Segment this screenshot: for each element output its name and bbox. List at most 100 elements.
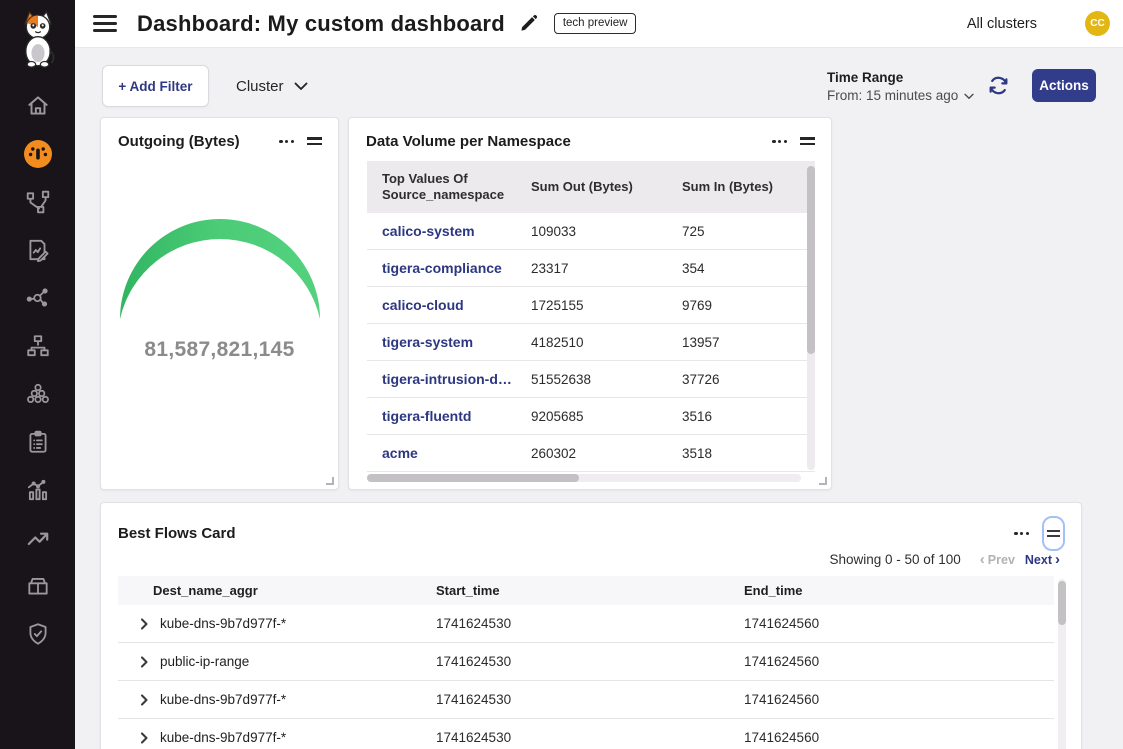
- column-header: Dest_name_aggr: [118, 583, 436, 598]
- security-shield-icon: [25, 621, 51, 647]
- namespace-link[interactable]: calico-system: [367, 223, 516, 239]
- chevron-down-icon: [964, 88, 974, 103]
- sidebar-item-home[interactable]: [24, 92, 52, 120]
- namespace-link[interactable]: tigera-intrusion-d…: [367, 371, 516, 387]
- sidebar-item-security[interactable]: [24, 620, 52, 648]
- namespace-link[interactable]: tigera-system: [367, 334, 516, 350]
- sidebar-item-compliance-reports[interactable]: [24, 428, 52, 456]
- sidebar-item-threat-graph[interactable]: [24, 284, 52, 312]
- column-header: Sum In (Bytes): [667, 171, 815, 203]
- card-drag-handle-icon[interactable]: [800, 131, 815, 152]
- sum-out-cell: 1725155: [516, 298, 667, 313]
- dest-name-cell: kube-dns-9b7d977f-*: [118, 730, 436, 745]
- calico-cat-logo[interactable]: [15, 8, 61, 70]
- vertical-scrollbar[interactable]: [1058, 579, 1066, 749]
- sidebar-item-trends[interactable]: [24, 524, 52, 552]
- data-volume-table: Top Values Of Source_namespace Sum Out (…: [367, 161, 815, 472]
- sidebar-item-workloads[interactable]: [24, 572, 52, 600]
- card-menu-icon[interactable]: [772, 136, 787, 147]
- sum-in-cell: 9769: [667, 298, 815, 313]
- gauge-chart: [101, 218, 338, 322]
- sidebar-item-clusters[interactable]: [24, 380, 52, 408]
- vertical-scrollbar[interactable]: [807, 164, 815, 470]
- chevron-down-icon: [294, 78, 308, 95]
- network-topology-icon: [25, 333, 51, 359]
- cluster-scope-selector[interactable]: All clusters: [967, 16, 1037, 32]
- column-header: Start_time: [436, 583, 744, 598]
- edit-pencil-icon[interactable]: [519, 14, 538, 33]
- prev-page-button[interactable]: ‹ Prev: [977, 551, 1015, 568]
- chevron-left-icon: ‹: [977, 551, 988, 568]
- card-resize-handle[interactable]: [819, 477, 827, 485]
- horizontal-scrollbar[interactable]: [367, 474, 801, 482]
- end-time-cell: 1741624560: [744, 730, 1054, 745]
- sum-in-cell: 13957: [667, 335, 815, 350]
- actions-button[interactable]: Actions: [1032, 69, 1096, 102]
- data-volume-card: Data Volume per Namespace Top Values Of …: [348, 117, 832, 490]
- sum-out-cell: 23317: [516, 261, 667, 276]
- namespace-row: tigera-fluentd92056853516: [367, 398, 815, 435]
- expand-chevron-icon[interactable]: [138, 732, 150, 744]
- page-title: Dashboard: My custom dashboard: [137, 11, 505, 37]
- namespace-link[interactable]: tigera-fluentd: [367, 408, 516, 424]
- top-bar: Dashboard: My custom dashboard tech prev…: [75, 0, 1123, 48]
- data-volume-table-body: calico-system109033725tigera-compliance2…: [367, 213, 815, 472]
- start-time-cell: 1741624530: [436, 616, 744, 631]
- namespace-row: acme2603023518: [367, 435, 815, 472]
- dest-name-cell: kube-dns-9b7d977f-*: [118, 692, 436, 707]
- card-drag-handle-icon-focused[interactable]: [1042, 516, 1065, 551]
- card-title: Data Volume per Namespace: [366, 133, 571, 150]
- best-flows-table: Dest_name_aggr Start_time End_time kube-…: [118, 576, 1054, 749]
- trends-icon: [25, 525, 51, 551]
- sidebar-item-statistics[interactable]: [24, 476, 52, 504]
- namespace-row: tigera-compliance23317354: [367, 250, 815, 287]
- user-avatar[interactable]: CC: [1085, 11, 1110, 36]
- sidebar-item-network-topology[interactable]: [24, 332, 52, 360]
- namespace-link[interactable]: calico-cloud: [367, 297, 516, 313]
- namespace-row: tigera-intrusion-d…5155263837726: [367, 361, 815, 398]
- expand-chevron-icon[interactable]: [138, 656, 150, 668]
- card-menu-icon[interactable]: [1014, 528, 1029, 539]
- chevron-right-icon: ›: [1052, 551, 1063, 568]
- end-time-cell: 1741624560: [744, 692, 1054, 707]
- workloads-icon: [25, 573, 51, 599]
- add-filter-button[interactable]: + Add Filter: [102, 65, 209, 107]
- time-range-selector[interactable]: From: 15 minutes ago: [827, 88, 974, 103]
- next-label: Next: [1025, 553, 1052, 567]
- namespace-row: calico-system109033725: [367, 213, 815, 250]
- card-drag-handle-icon[interactable]: [307, 131, 322, 152]
- card-menu-icon[interactable]: [279, 136, 294, 147]
- time-range-label: Time Range: [827, 70, 974, 85]
- cluster-dropdown-label: Cluster: [236, 78, 284, 95]
- expand-chevron-icon[interactable]: [138, 618, 150, 630]
- compliance-reports-icon: [25, 429, 51, 455]
- end-time-cell: 1741624560: [744, 616, 1054, 631]
- expand-chevron-icon[interactable]: [138, 694, 150, 706]
- prev-label: Prev: [988, 553, 1015, 567]
- sum-in-cell: 3516: [667, 409, 815, 424]
- namespace-link[interactable]: tigera-compliance: [367, 260, 516, 276]
- dest-name-text: kube-dns-9b7d977f-*: [160, 730, 286, 745]
- column-header: Sum Out (Bytes): [516, 171, 667, 203]
- namespace-link[interactable]: acme: [367, 445, 516, 461]
- menu-hamburger-icon[interactable]: [93, 10, 117, 36]
- start-time-cell: 1741624530: [436, 730, 744, 745]
- cluster-dropdown[interactable]: Cluster: [236, 75, 308, 97]
- sidebar-item-flow-logs[interactable]: [24, 236, 52, 264]
- next-page-button[interactable]: Next ›: [1025, 551, 1063, 568]
- sum-out-cell: 260302: [516, 446, 667, 461]
- flow-logs-icon: [25, 237, 51, 263]
- sidebar: [0, 0, 75, 749]
- table-header-row: Top Values Of Source_namespace Sum Out (…: [367, 161, 815, 213]
- home-icon: [25, 93, 51, 119]
- sidebar-item-service-graph[interactable]: [24, 188, 52, 216]
- time-range-value: From: 15 minutes ago: [827, 88, 958, 103]
- dashboards-icon: [23, 139, 53, 169]
- sum-out-cell: 51552638: [516, 372, 667, 387]
- card-resize-handle[interactable]: [326, 477, 334, 485]
- pagination-status: Showing 0 - 50 of 100: [829, 552, 960, 567]
- sum-in-cell: 354: [667, 261, 815, 276]
- sidebar-item-dashboards[interactable]: [24, 140, 52, 168]
- refresh-icon[interactable]: [987, 74, 1010, 102]
- card-title: Outgoing (Bytes): [118, 133, 240, 150]
